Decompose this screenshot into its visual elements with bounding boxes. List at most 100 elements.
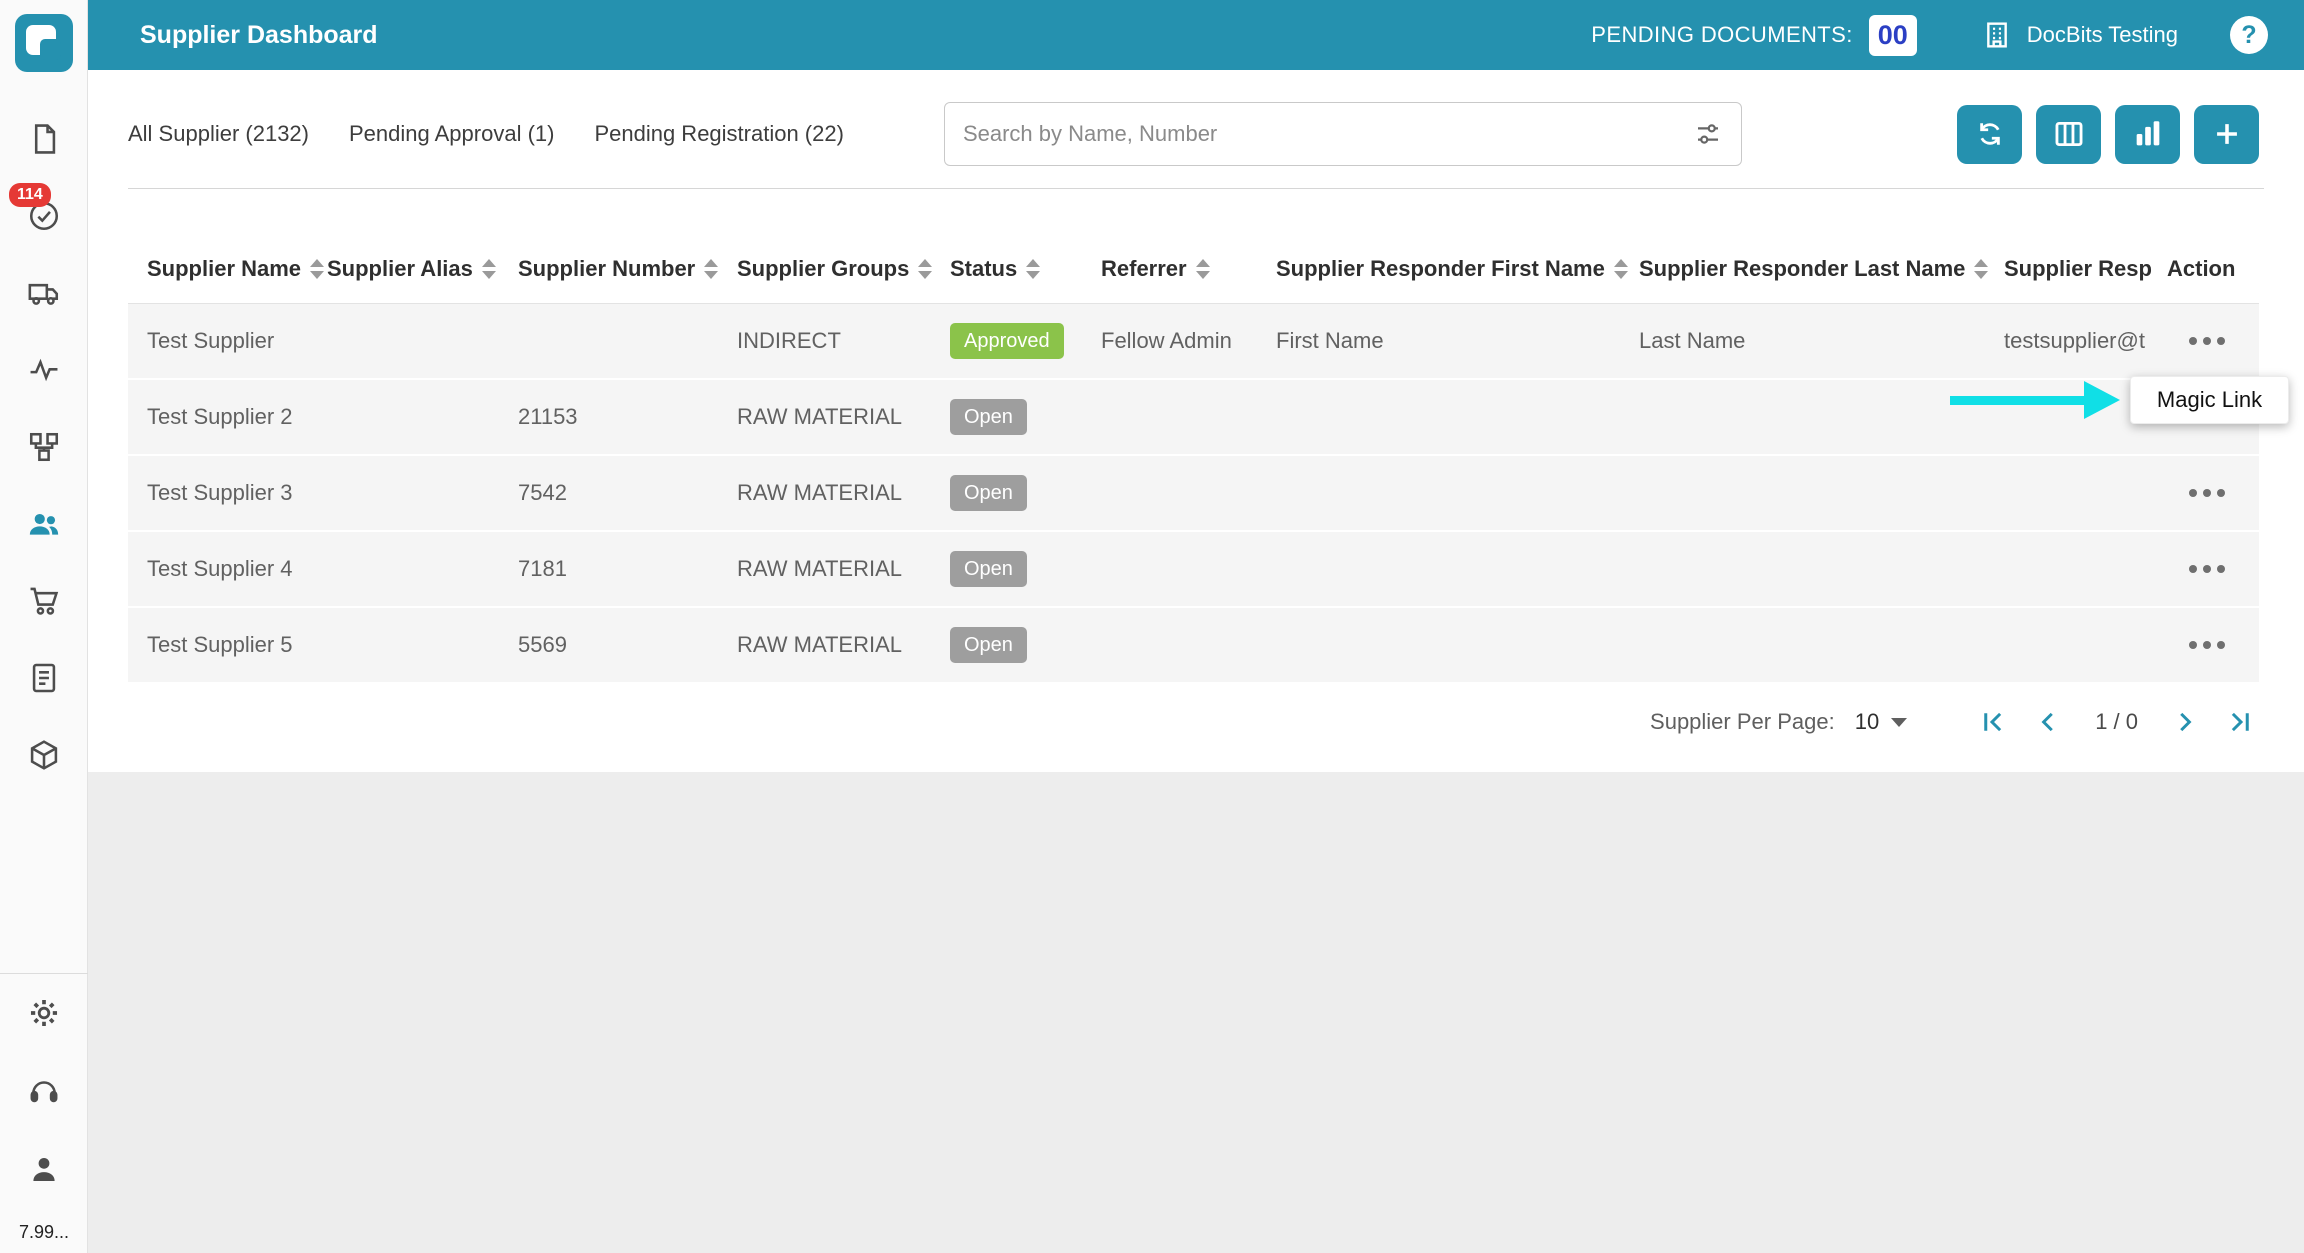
- sidebar-item-settings[interactable]: [0, 974, 88, 1052]
- column-header-status[interactable]: Status: [950, 235, 1101, 304]
- column-header-supplier-alias[interactable]: Supplier Alias: [327, 235, 518, 304]
- sidebar-item-shipments[interactable]: [0, 254, 88, 331]
- table-row[interactable]: Test Supplier INDIRECT Approved Fellow A…: [128, 304, 2259, 380]
- gear-icon: [27, 996, 61, 1030]
- column-header-responder-first-name[interactable]: Supplier Responder First Name: [1276, 235, 1639, 304]
- sidebar-item-support[interactable]: [0, 1052, 88, 1130]
- main-content: All Supplier (2132) Pending Approval (1)…: [88, 70, 2304, 772]
- sidebar-item-purchases[interactable]: [0, 562, 88, 639]
- cell-supplier-groups: RAW MATERIAL: [737, 608, 950, 684]
- last-page-button[interactable]: [2226, 707, 2256, 737]
- row-actions-button[interactable]: [2167, 532, 2225, 606]
- tab-pending-approval[interactable]: Pending Approval (1): [349, 121, 554, 147]
- table-header-row: Supplier Name Supplier Alias Supplier Nu…: [128, 235, 2259, 304]
- cell-supplier-groups: RAW MATERIAL: [737, 532, 950, 608]
- building-icon: [1981, 19, 2013, 51]
- cell-responder-email: [2004, 608, 2167, 684]
- people-icon: [27, 507, 61, 541]
- previous-page-button[interactable]: [2033, 707, 2063, 737]
- cell-supplier-alias: [327, 608, 518, 684]
- sidebar-item-profile[interactable]: [0, 1130, 88, 1208]
- sort-icon[interactable]: [482, 259, 496, 279]
- column-header-supplier-groups[interactable]: Supplier Groups: [737, 235, 950, 304]
- search-input[interactable]: [963, 121, 1693, 147]
- table-row[interactable]: Test Supplier 4 7181 RAW MATERIAL Open: [128, 532, 2259, 608]
- sort-icon[interactable]: [704, 259, 718, 279]
- table-row[interactable]: Test Supplier 5 5569 RAW MATERIAL Open: [128, 608, 2259, 684]
- pagination: Supplier Per Page: 10 1 / 0: [88, 684, 2304, 760]
- search-box: [944, 102, 1742, 166]
- cell-referrer: [1101, 608, 1276, 684]
- column-header-supplier-number[interactable]: Supplier Number: [518, 235, 737, 304]
- topbar: Supplier Dashboard PENDING DOCUMENTS: 00…: [88, 0, 2304, 70]
- cell-responder-last: [1639, 456, 2004, 532]
- bar-chart-icon: [2131, 117, 2165, 151]
- sort-icon[interactable]: [918, 259, 932, 279]
- pending-documents-count[interactable]: 00: [1869, 15, 1917, 56]
- help-button[interactable]: ?: [2230, 16, 2268, 54]
- receipt-icon: [27, 661, 61, 695]
- column-header-referrer[interactable]: Referrer: [1101, 235, 1276, 304]
- annotation-arrow-head: [2084, 381, 2120, 419]
- filter-tune-icon[interactable]: [1693, 119, 1723, 149]
- table-row[interactable]: Test Supplier 3 7542 RAW MATERIAL Open: [128, 456, 2259, 532]
- sidebar-item-analytics[interactable]: [0, 331, 88, 408]
- first-page-button[interactable]: [1977, 707, 2007, 737]
- sort-icon[interactable]: [1614, 259, 1628, 279]
- pending-count-badge: 114: [9, 183, 51, 207]
- cell-responder-first: [1276, 380, 1639, 456]
- analytics-icon: [27, 353, 61, 387]
- per-page-label: Supplier Per Page:: [1650, 709, 1835, 735]
- tab-all-supplier[interactable]: All Supplier (2132): [128, 121, 309, 147]
- sidebar-item-documents[interactable]: [0, 100, 88, 177]
- cell-responder-last: [1639, 608, 2004, 684]
- cell-supplier-name: Test Supplier 5: [128, 608, 327, 684]
- cart-icon: [27, 584, 61, 618]
- sidebar-item-suppliers[interactable]: [0, 485, 88, 562]
- cell-supplier-groups: INDIRECT: [737, 304, 950, 380]
- column-header-responder-last-name[interactable]: Supplier Responder Last Name: [1639, 235, 2004, 304]
- cell-supplier-alias: [327, 532, 518, 608]
- sort-icon[interactable]: [310, 259, 324, 279]
- page-info: 1 / 0: [2095, 709, 2138, 735]
- sort-icon[interactable]: [1196, 259, 1210, 279]
- sidebar-item-invoices[interactable]: [0, 639, 88, 716]
- sort-icon[interactable]: [1026, 259, 1040, 279]
- sort-icon[interactable]: [1974, 259, 1988, 279]
- magic-link-menu-item[interactable]: Magic Link: [2130, 376, 2289, 424]
- cell-responder-email: testsupplier@t: [2004, 304, 2167, 380]
- cell-supplier-name: Test Supplier 4: [128, 532, 327, 608]
- chart-button[interactable]: [2115, 105, 2180, 164]
- tab-pending-registration[interactable]: Pending Registration (22): [594, 121, 843, 147]
- refresh-button[interactable]: [1957, 105, 2022, 164]
- organization[interactable]: DocBits Testing: [1981, 19, 2178, 51]
- table-row[interactable]: Test Supplier 2 21153 RAW MATERIAL Open: [128, 380, 2259, 456]
- column-header-responder-email[interactable]: Supplier Resp: [2004, 235, 2167, 304]
- app-logo[interactable]: [15, 14, 73, 72]
- sidebar-nav: 114: [0, 100, 87, 793]
- cell-referrer: Fellow Admin: [1101, 304, 1276, 380]
- column-header-supplier-name[interactable]: Supplier Name: [128, 235, 327, 304]
- cell-responder-first: First Name: [1276, 304, 1639, 380]
- cell-supplier-alias: [327, 456, 518, 532]
- column-header-action: Action: [2167, 235, 2259, 304]
- row-actions-button[interactable]: [2167, 456, 2225, 530]
- cell-supplier-number: 7181: [518, 532, 737, 608]
- page-title: Supplier Dashboard: [140, 21, 378, 50]
- cell-responder-email: [2004, 532, 2167, 608]
- per-page-value[interactable]: 10: [1855, 709, 1879, 735]
- cell-responder-last: Last Name: [1639, 304, 2004, 380]
- add-supplier-button[interactable]: [2194, 105, 2259, 164]
- cell-supplier-groups: RAW MATERIAL: [737, 380, 950, 456]
- columns-button[interactable]: [2036, 105, 2101, 164]
- per-page-dropdown-icon[interactable]: [1891, 718, 1907, 727]
- row-actions-button[interactable]: [2167, 304, 2225, 378]
- cell-referrer: [1101, 532, 1276, 608]
- sidebar-item-workflow[interactable]: [0, 408, 88, 485]
- sidebar-bottom: 7.99...: [0, 973, 88, 1253]
- row-actions-button[interactable]: [2167, 608, 2225, 682]
- sidebar-item-packages[interactable]: [0, 716, 88, 793]
- columns-icon: [2052, 117, 2086, 151]
- sidebar-item-approvals[interactable]: 114: [0, 177, 88, 254]
- next-page-button[interactable]: [2170, 707, 2200, 737]
